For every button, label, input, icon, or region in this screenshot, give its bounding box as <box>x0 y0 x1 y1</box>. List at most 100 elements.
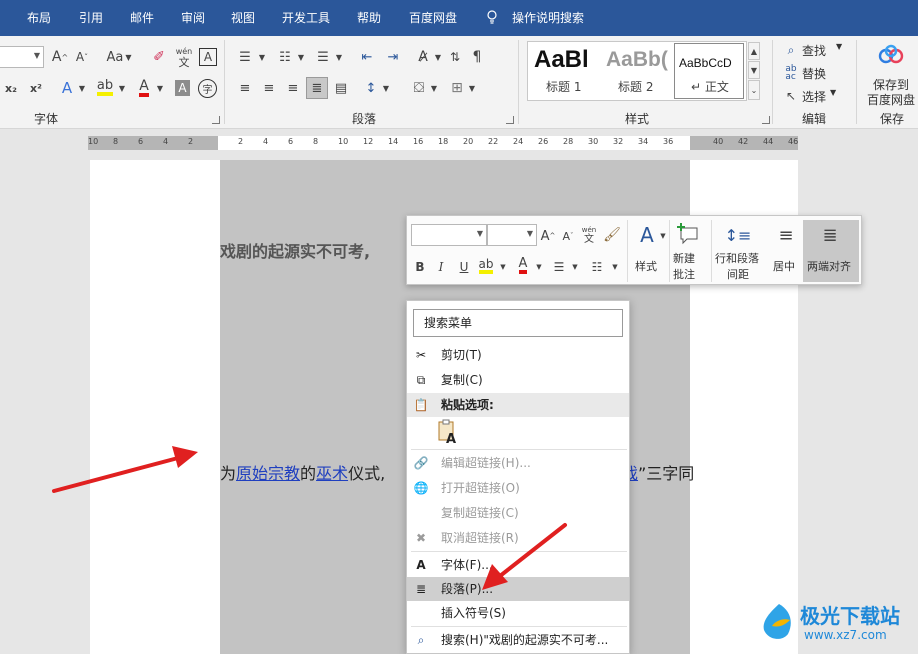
style-heading-1[interactable]: AaBl 标题 1 <box>530 44 598 98</box>
shading-bucket-icon[interactable]: ⛋ <box>410 78 428 98</box>
chevron-down-icon[interactable]: ▼ <box>571 260 579 274</box>
align-right-icon[interactable]: ≡ <box>284 80 302 96</box>
chevron-down-icon[interactable]: ▼ <box>611 260 619 274</box>
format-painter-icon[interactable]: 🖌 <box>603 224 621 246</box>
new-comment-button[interactable]: 新建 批注 <box>671 220 711 282</box>
tab-developer[interactable]: 开发工具 <box>282 0 330 36</box>
menu-search-input[interactable]: 搜索菜单 <box>413 309 623 337</box>
justify-icon[interactable]: ≣ <box>306 77 328 99</box>
chevron-down-icon[interactable]: ▼ <box>118 80 126 96</box>
tab-references[interactable]: 引用 <box>79 0 103 36</box>
mini-styles-button[interactable]: A ▼ 样式 <box>631 220 671 282</box>
hyperlink[interactable]: 巫术 <box>316 464 348 483</box>
borders-icon[interactable]: ⊞ <box>448 78 466 98</box>
underline-button[interactable]: U <box>457 258 471 276</box>
gallery-more-icon[interactable]: ⌄ <box>748 80 760 100</box>
mini-font-combo[interactable]: ▼ <box>411 224 487 246</box>
tab-help[interactable]: 帮助 <box>357 0 381 36</box>
remove-link-icon: ✖ <box>415 531 427 545</box>
char-border-icon[interactable]: A <box>199 48 217 66</box>
tab-mailings[interactable]: 邮件 <box>130 0 154 36</box>
sort-icon[interactable]: ⇅ <box>446 48 464 66</box>
grow-font-icon[interactable]: A ^ <box>541 226 556 246</box>
decrease-indent-icon[interactable]: ⇤ <box>358 48 376 66</box>
highlight-icon[interactable]: ab <box>477 256 495 276</box>
line-spacing-icon[interactable]: ↕ <box>362 78 380 98</box>
chevron-down-icon[interactable]: ▼ <box>335 50 343 64</box>
context-menu: 搜索菜单 ✂ 剪切(T) ⧉ 复制(C) 📋 粘贴选项: A 🔗 编辑超链接(H… <box>406 300 630 654</box>
menu-item-smart-lookup[interactable]: ⌕ 搜索(H)"戏剧的起源实不可考... <box>407 628 629 652</box>
bold-button[interactable]: B <box>413 258 427 276</box>
enclose-char-icon[interactable]: 字 <box>198 79 217 98</box>
phonetic-guide-icon[interactable]: wén 文 <box>581 224 597 246</box>
chevron-down-icon[interactable]: ▼ <box>78 80 86 96</box>
distribute-icon[interactable]: ▤ <box>332 80 350 96</box>
chevron-down-icon[interactable]: ▼ <box>258 50 266 64</box>
chevron-down-icon[interactable]: ▼ <box>382 80 390 96</box>
menu-item-copy[interactable]: ⧉ 复制(C) <box>407 368 629 392</box>
clear-format-icon[interactable]: ✐ <box>148 46 170 68</box>
menu-item-font[interactable]: A 字体(F)... <box>407 553 629 577</box>
paragraph-dialog-launcher[interactable] <box>506 116 514 124</box>
font-size-combo[interactable]: ▼ <box>0 46 44 68</box>
highlight-icon[interactable]: ab <box>95 78 115 98</box>
menu-item-paragraph[interactable]: ≣ 段落(P)... <box>407 577 629 601</box>
chevron-down-icon[interactable]: ▼ <box>297 50 305 64</box>
bullets-icon[interactable]: ☰ <box>236 48 254 66</box>
style-normal[interactable]: AaBbCcD ↵ 正文 <box>674 43 744 99</box>
grow-font-icon[interactable]: A ^ <box>52 46 68 68</box>
chevron-down-icon[interactable]: ▼ <box>430 80 438 96</box>
tab-view[interactable]: 视图 <box>231 0 255 36</box>
styles-dialog-launcher[interactable] <box>762 116 770 124</box>
subscript-icon[interactable]: x₂ <box>4 78 18 98</box>
ruler-tick-label: 2 <box>188 137 194 146</box>
tab-layout[interactable]: 布局 <box>27 0 51 36</box>
menu-item-remove-hyperlink[interactable]: ✖ 取消超链接(R) <box>407 526 629 550</box>
text-direction-icon[interactable]: A̷ <box>412 46 434 68</box>
chevron-down-icon[interactable]: ▼ <box>434 50 442 64</box>
numbering-icon[interactable]: ☷ <box>589 258 605 276</box>
tab-baidu-netdisk[interactable]: 百度网盘 <box>409 0 457 36</box>
ruler-tick-label: 16 <box>413 137 424 146</box>
hyperlink[interactable]: 原始宗教 <box>236 464 300 483</box>
tab-review[interactable]: 审阅 <box>181 0 205 36</box>
superscript-icon[interactable]: x² <box>28 78 44 98</box>
menu-item-cut[interactable]: ✂ 剪切(T) <box>407 343 629 367</box>
italic-button[interactable]: I <box>435 258 447 276</box>
paste-keep-text-button[interactable]: A <box>437 419 459 447</box>
phonetic-guide-icon[interactable]: wén 文 <box>174 44 194 70</box>
align-left-icon[interactable]: ≡ <box>236 80 254 96</box>
shrink-font-icon[interactable]: Aˇ <box>74 46 90 68</box>
tell-me-search[interactable]: 操作说明搜索 <box>512 0 584 36</box>
style-heading-2[interactable]: AaBb( 标题 2 <box>602 44 670 98</box>
save-to-baidu-button[interactable]: 保存到 百度网盘 <box>862 42 918 107</box>
chevron-down-icon[interactable]: ▼ <box>468 80 476 96</box>
gallery-up-icon[interactable]: ▲ <box>748 42 760 60</box>
multilevel-list-icon[interactable]: ☰ <box>314 48 332 66</box>
bullets-icon[interactable]: ☰ <box>551 258 567 276</box>
chevron-down-icon[interactable]: ▼ <box>499 260 507 274</box>
change-case-button[interactable]: Aa ▼ <box>104 46 134 68</box>
numbering-icon[interactable]: ☷ <box>276 48 294 66</box>
chevron-down-icon[interactable]: ▼ <box>535 260 543 274</box>
font-dialog-launcher[interactable] <box>212 116 220 124</box>
menu-item-insert-symbol[interactable]: 插入符号(S) <box>407 601 629 625</box>
font-color-icon[interactable]: A <box>135 78 153 98</box>
center-button[interactable]: ≡ 居中 <box>769 220 803 282</box>
chevron-down-icon[interactable]: ▼ <box>156 80 164 96</box>
menu-item-copy-hyperlink[interactable]: 复制超链接(C) <box>407 501 629 525</box>
text-effects-icon[interactable]: A <box>58 78 76 98</box>
show-marks-icon[interactable]: ¶ <box>468 48 486 66</box>
horizontal-ruler[interactable]: 10 8 6 4 2 2 4 6 8 10 12 14 16 18 20 22 24 26 28 30 32 34 36 40… <box>88 131 798 154</box>
increase-indent-icon[interactable]: ⇥ <box>384 48 402 66</box>
gallery-down-icon[interactable]: ▼ <box>748 61 760 79</box>
menu-item-open-hyperlink[interactable]: 🌐 打开超链接(O) <box>407 476 629 500</box>
font-color-icon[interactable]: A <box>515 256 531 276</box>
align-center-icon[interactable]: ≡ <box>260 80 278 96</box>
justify-button[interactable]: ≣ 两端对齐 <box>803 220 859 282</box>
mini-size-combo[interactable]: ▼ <box>487 224 537 246</box>
line-paragraph-spacing-button[interactable]: ↕≡ 行和段落 间距 <box>713 220 769 282</box>
shrink-font-icon[interactable]: Aˇ <box>561 226 575 246</box>
menu-item-edit-hyperlink[interactable]: 🔗 编辑超链接(H)... <box>407 451 629 475</box>
char-shading-icon[interactable]: A <box>175 80 190 96</box>
